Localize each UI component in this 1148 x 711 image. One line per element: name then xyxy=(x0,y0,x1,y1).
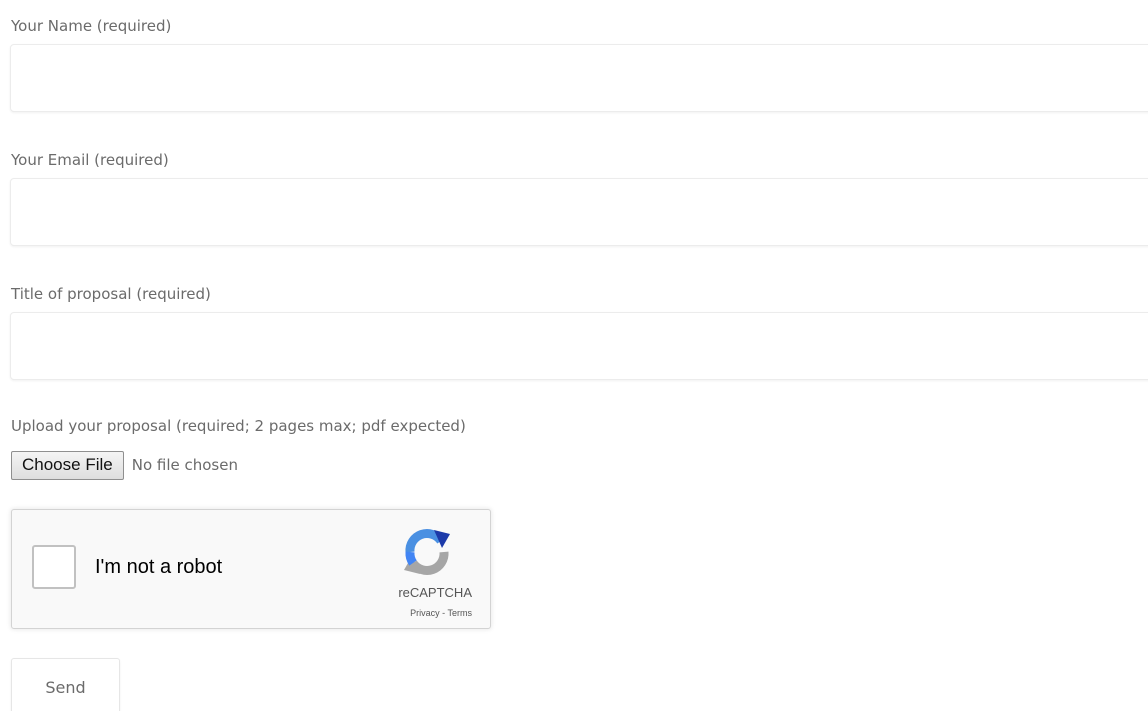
file-status: No file chosen xyxy=(131,456,238,474)
recaptcha-logo-icon xyxy=(404,529,450,575)
recaptcha-brand: reCAPTCHA xyxy=(398,585,472,600)
name-label: Your Name (required) xyxy=(11,17,172,35)
file-upload-row: Choose File No file chosen xyxy=(11,450,238,480)
proposal-form: Your Name (required) Your Email (require… xyxy=(0,0,1148,711)
name-field[interactable] xyxy=(11,45,1148,111)
recaptcha-checkbox[interactable] xyxy=(32,545,76,589)
recaptcha-links-separator: - xyxy=(439,608,448,618)
email-label: Your Email (required) xyxy=(11,151,169,169)
upload-label: Upload your proposal (required; 2 pages … xyxy=(11,417,466,435)
recaptcha-terms-link[interactable]: Terms xyxy=(448,608,473,618)
name-field-wrapper xyxy=(10,44,1148,112)
title-field-wrapper xyxy=(10,312,1148,380)
recaptcha-links: Privacy - Terms xyxy=(410,608,472,618)
send-button[interactable]: Send xyxy=(11,658,120,711)
recaptcha-privacy-link[interactable]: Privacy xyxy=(410,608,440,618)
title-field[interactable] xyxy=(11,313,1148,379)
choose-file-button[interactable]: Choose File xyxy=(11,450,124,480)
recaptcha-text: I'm not a robot xyxy=(95,556,223,578)
email-field-wrapper xyxy=(10,178,1148,246)
email-field[interactable] xyxy=(11,179,1148,245)
recaptcha-widget: I'm not a robot reCAPTCHA Privacy - Term… xyxy=(11,509,491,629)
title-label: Title of proposal (required) xyxy=(11,285,211,303)
